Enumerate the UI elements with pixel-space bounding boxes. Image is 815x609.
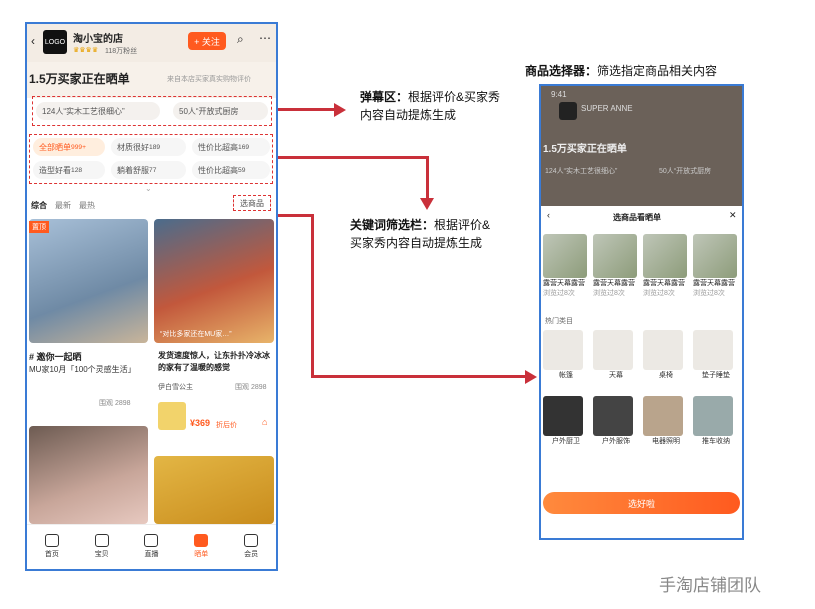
- category-option[interactable]: 户外服饰: [593, 396, 639, 446]
- nav-items[interactable]: 宝贝: [94, 533, 109, 559]
- arrow-line: [311, 214, 314, 377]
- product-option[interactable]: 露营天幕露营 浏览过8次: [593, 234, 639, 298]
- card-subtitle: MU家10月「100个灵感生活」: [29, 365, 136, 374]
- filter-chip[interactable]: 性价比超高 169: [192, 138, 270, 156]
- bag-icon: [94, 533, 109, 547]
- shop-stats: 118万粉丝: [105, 48, 138, 55]
- card-views: 围观 2898: [235, 384, 267, 391]
- category-option[interactable]: 垫子睡垫: [693, 330, 739, 380]
- nav-member[interactable]: 会员: [244, 533, 259, 559]
- card-title: # 邀你一起晒: [29, 352, 82, 362]
- category-option[interactable]: 天幕: [593, 330, 639, 380]
- product-selector-modal: ‹ 选商品看晒单 ✕ 露营天幕露营 浏览过8次 露营天幕露营 浏览过8次 露营天幕露…: [541, 206, 742, 538]
- category-option[interactable]: 桌椅: [643, 330, 689, 380]
- barrage-item[interactable]: 124人“实木工艺很细心”: [36, 102, 160, 120]
- keyword-filter-highlight: 全部晒单 999+ 材质很好 189 性价比超高 169 造型好看 128 躺着舒服 77…: [29, 134, 273, 184]
- card-views: 围观 2898: [99, 400, 131, 407]
- nav-showcase[interactable]: 晒单: [194, 533, 209, 559]
- product-option[interactable]: 露营天幕露营 浏览过8次: [543, 234, 589, 298]
- expand-chevron-icon[interactable]: ⌄: [145, 184, 152, 193]
- heading-band: 1.5万买家正在晒单 来自本店买家真实购物评价: [27, 62, 276, 98]
- product-option[interactable]: 露营天幕露营 浏览过8次: [643, 234, 689, 298]
- select-product-button[interactable]: 选商品: [233, 195, 271, 211]
- back-icon[interactable]: ‹: [547, 210, 550, 220]
- barrage-item: 50人“开放式厨房: [659, 168, 712, 175]
- live-icon: [144, 533, 159, 547]
- card-image[interactable]: [154, 456, 274, 524]
- search-icon[interactable]: ⌕: [237, 32, 244, 47]
- filter-chip[interactable]: 材质很好 189: [111, 138, 186, 156]
- page-title: 1.5万买家正在晒单: [29, 72, 130, 86]
- arrow-head: [525, 370, 537, 384]
- tab-newest[interactable]: 最新: [55, 200, 71, 211]
- cart-icon[interactable]: ⌂: [262, 417, 267, 427]
- annotation-barrage: 弹幕区：根据评价&买家秀内容自动提炼生成: [360, 90, 501, 122]
- card-image[interactable]: [29, 219, 148, 343]
- tab-hottest[interactable]: 最热: [79, 200, 95, 211]
- nav-home[interactable]: 首页: [44, 533, 59, 559]
- page-title: 1.5万买家正在晒单: [543, 144, 627, 155]
- right-phone-screenshot: 9:41 SUPER ANNE 1.5万买家正在晒单 124人“实木工艺很细心”…: [539, 84, 744, 540]
- filter-chip[interactable]: 造型好看 128: [33, 161, 105, 179]
- product-price: ¥369: [190, 418, 211, 428]
- barrage-item: 124人“实木工艺很细心”: [545, 168, 618, 175]
- price-note: 折后价: [216, 422, 237, 429]
- shop-header: ‹ LOGO 淘小宝的店 ♛♛♛♛ 118万粉丝 + 关注 ⌕ ⋯: [27, 24, 276, 62]
- card-image[interactable]: [154, 219, 274, 343]
- rating-crowns-icon: ♛♛♛♛: [73, 47, 99, 54]
- follow-button[interactable]: + 关注: [188, 32, 226, 50]
- category-option[interactable]: 推车收纳: [693, 396, 739, 446]
- tab-comprehensive[interactable]: 综合: [31, 200, 47, 211]
- arrow-line: [311, 375, 525, 378]
- category-option[interactable]: 户外厨卫: [543, 396, 589, 446]
- filter-chip[interactable]: 性价比超高 59: [192, 161, 270, 179]
- barrage-item[interactable]: 50人“开放式厨房: [173, 102, 268, 120]
- category-option[interactable]: 电器照明: [643, 396, 689, 446]
- status-time: 9:41: [551, 90, 567, 99]
- barrage-highlight: 124人“实木工艺很细心” 50人“开放式厨房: [32, 96, 272, 126]
- modal-title: 选商品看晒单: [613, 213, 661, 222]
- card-title: 发货速度惊人，让东扑扑冷冰冰的家有了温暖的感觉: [158, 351, 270, 372]
- card-caption: “对比多家还在MU家…”: [160, 331, 232, 338]
- home-icon: [44, 533, 59, 547]
- close-icon[interactable]: ✕: [729, 210, 737, 221]
- watermark: 手淘店铺团队: [659, 576, 761, 595]
- product-link[interactable]: ¥369 折后价 ⌂: [158, 402, 274, 432]
- back-arrow-icon[interactable]: ‹: [31, 34, 35, 48]
- pinned-badge: 置顶: [29, 221, 49, 233]
- nav-live[interactable]: 直播: [144, 533, 159, 559]
- arrow-line: [426, 156, 429, 200]
- arrow-line: [278, 214, 312, 217]
- filter-chip[interactable]: 全部晒单 999+: [33, 138, 105, 156]
- left-phone-screenshot: ‹ LOGO 淘小宝的店 ♛♛♛♛ 118万粉丝 + 关注 ⌕ ⋯ 1.5万买家…: [25, 22, 278, 571]
- filter-chip[interactable]: 躺着舒服 77: [111, 161, 186, 179]
- shop-name: SUPER ANNE: [581, 104, 633, 113]
- shop-logo: [559, 102, 577, 120]
- arrow-head: [334, 103, 346, 117]
- product-option[interactable]: 露营天幕露营 浏览过8次: [693, 234, 739, 298]
- card-user: 伊白雪公主: [158, 384, 193, 391]
- heading-note: 来自本店买家真实购物评价: [167, 76, 251, 83]
- member-icon: [244, 533, 259, 547]
- confirm-button[interactable]: 选好啦: [543, 492, 740, 514]
- shop-logo: LOGO: [43, 30, 67, 54]
- section-label: 热门类目: [545, 318, 573, 325]
- annotation-selector: 商品选择器：筛选指定商品相关内容: [525, 64, 718, 78]
- dimmed-background: 9:41 SUPER ANNE 1.5万买家正在晒单 124人“实木工艺很细心”…: [541, 86, 742, 206]
- more-icon[interactable]: ⋯: [259, 31, 271, 45]
- shop-name: 淘小宝的店: [73, 34, 123, 45]
- bottom-nav: 首页 宝贝 直播 晒单 会员: [27, 524, 276, 567]
- category-option[interactable]: 帐篷: [543, 330, 589, 380]
- arrow-line: [278, 108, 336, 111]
- arrow-line: [278, 156, 428, 159]
- arrow-head: [420, 198, 434, 210]
- product-thumb: [158, 402, 186, 430]
- annotation-keyword: 关键词筛选栏：根据评价&买家秀内容自动提炼生成: [350, 218, 491, 250]
- showcase-icon: [194, 533, 209, 547]
- card-image[interactable]: [29, 426, 148, 524]
